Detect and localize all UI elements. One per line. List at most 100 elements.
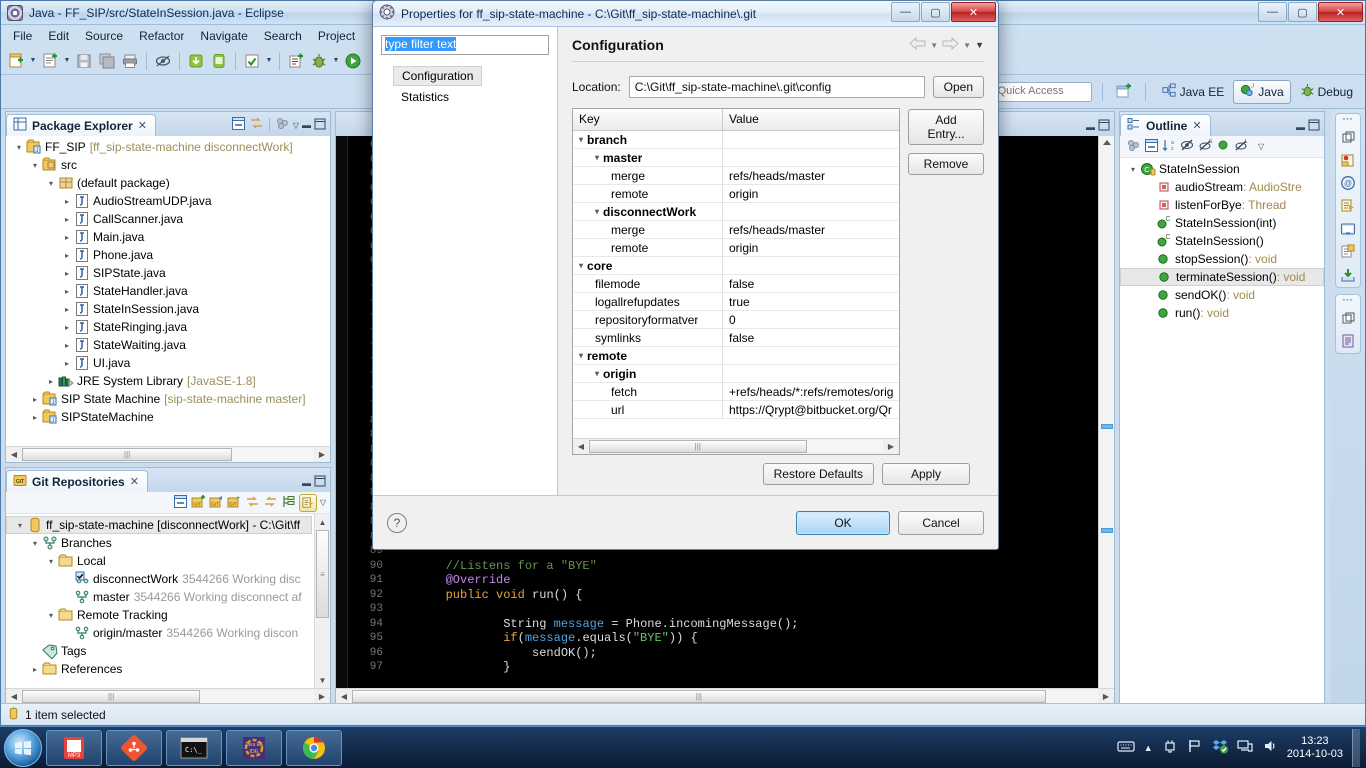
android-avd-manager-icon[interactable] bbox=[208, 50, 230, 72]
scroll-right-icon[interactable]: ▶ bbox=[314, 689, 330, 703]
dialog-nav-item-statistics[interactable]: Statistics bbox=[393, 88, 457, 106]
hierarchy-icon[interactable] bbox=[281, 494, 296, 512]
menu-item-edit[interactable]: Edit bbox=[40, 27, 77, 45]
git-repositories-tree[interactable]: ▾ ff_sip-state-machine [disconnectWork] -… bbox=[6, 514, 330, 678]
minimize-editor-icon[interactable]: ▬ bbox=[1086, 122, 1095, 132]
create-repository-icon[interactable]: GIT bbox=[227, 494, 242, 512]
scroll-left-icon[interactable]: ◀ bbox=[573, 439, 589, 454]
taskbar-item-eclipse-java-ee-ide[interactable]: Java EE IDE bbox=[226, 729, 282, 766]
git-repository-item[interactable]: ▾ ff_sip-state-machine [disconnectWork] -… bbox=[6, 516, 312, 534]
configuration-hscrollbar[interactable]: ◀ ||| ▶ bbox=[573, 438, 899, 454]
debug-dropdown-icon[interactable]: ▼ bbox=[331, 57, 341, 64]
safely-remove-hardware-icon[interactable] bbox=[1162, 738, 1178, 757]
maximize-view-icon[interactable] bbox=[314, 475, 326, 490]
menu-item-source[interactable]: Source bbox=[77, 27, 131, 45]
show-desktop-button[interactable] bbox=[1352, 728, 1360, 767]
collapse-arrow-icon[interactable]: ▸ bbox=[60, 305, 74, 314]
taskbar-clock[interactable]: 13:23 2014-10-03 bbox=[1287, 735, 1343, 761]
maximize-view-icon[interactable] bbox=[1308, 119, 1320, 134]
package-explorer-tree[interactable]: ▾ J FF_SIP [ff_sip-state-machine disconnect… bbox=[6, 136, 330, 444]
restore-icon[interactable] bbox=[1339, 309, 1357, 327]
expand-arrow-icon[interactable]: ▾ bbox=[13, 521, 27, 530]
show-public-icon[interactable] bbox=[1216, 138, 1231, 156]
expand-arrow-icon[interactable]: ▾ bbox=[595, 207, 599, 216]
close-icon[interactable]: ✕ bbox=[138, 119, 147, 132]
validate-icon[interactable] bbox=[241, 50, 263, 72]
dialog-nav-item-configuration[interactable]: Configuration bbox=[393, 66, 483, 86]
hscroll-thumb[interactable]: ||| bbox=[589, 440, 807, 453]
link-editor-icon[interactable] bbox=[298, 493, 317, 512]
scroll-up-icon[interactable]: ▲ bbox=[315, 514, 330, 530]
minimize-view-icon[interactable]: ▬ bbox=[302, 478, 311, 488]
outline-item[interactable]: terminateSession() : void bbox=[1120, 268, 1324, 286]
restore-icon[interactable] bbox=[1339, 128, 1357, 146]
outline-item[interactable]: sendOK() : void bbox=[1120, 286, 1324, 304]
package-explorer-item[interactable]: ▸ CallScanner.java bbox=[6, 210, 330, 228]
maximize-button[interactable]: ▢ bbox=[1288, 2, 1317, 22]
close-icon[interactable]: ✕ bbox=[1192, 119, 1201, 132]
outline-item[interactable]: audioStream : AudioStre bbox=[1120, 178, 1324, 196]
expand-arrow-icon[interactable]: ▾ bbox=[44, 611, 58, 620]
tab-package-explorer[interactable]: Package Explorer ✕ bbox=[6, 114, 156, 136]
volume-icon[interactable] bbox=[1262, 738, 1278, 757]
keyboard-icon[interactable] bbox=[1117, 739, 1135, 756]
hscroll-track[interactable]: ||| bbox=[22, 690, 314, 703]
sort-icon[interactable]: az bbox=[1162, 138, 1177, 156]
perspective-button-java[interactable]: J Java bbox=[1233, 79, 1291, 104]
save-all-icon[interactable] bbox=[96, 50, 118, 72]
hscroll-thumb[interactable]: ||| bbox=[352, 690, 1046, 703]
filter-input[interactable]: type filter text bbox=[381, 35, 549, 55]
javadoc-view-icon[interactable]: @ bbox=[1339, 174, 1357, 192]
scroll-left-icon[interactable]: ◀ bbox=[6, 447, 22, 462]
tab-outline[interactable]: Outline ✕ bbox=[1120, 114, 1211, 136]
configuration-table-rows[interactable]: ▾ branch ▾ master merge refs/heads/master remo… bbox=[573, 131, 899, 438]
scroll-left-icon[interactable]: ◀ bbox=[336, 689, 352, 703]
taskbar-item-command-prompt[interactable]: C:\_ bbox=[166, 729, 222, 766]
package-explorer-item[interactable]: ▸ StateWaiting.java bbox=[6, 336, 330, 354]
package-explorer-item[interactable]: ▸ Phone.java bbox=[6, 246, 330, 264]
package-explorer-item[interactable]: ▸ JRE System Library [JavaSE-1.8] bbox=[6, 372, 330, 390]
hscroll-track[interactable]: ||| bbox=[589, 440, 883, 453]
forward-dropdown-icon[interactable]: ▼ bbox=[963, 41, 971, 50]
view-menu-dropdown-icon[interactable]: ▽ bbox=[320, 498, 326, 507]
hscroll-track[interactable]: ||| bbox=[352, 690, 1098, 703]
editor-hscrollbar[interactable]: ◀ ||| ▶ bbox=[336, 688, 1114, 703]
config-table-row[interactable]: ▾ core bbox=[573, 257, 899, 275]
menu-item-navigate[interactable]: Navigate bbox=[192, 27, 255, 45]
ok-button[interactable]: OK bbox=[796, 510, 890, 535]
collapse-arrow-icon[interactable]: ▸ bbox=[28, 395, 42, 404]
minimize-view-icon[interactable]: ▬ bbox=[302, 120, 311, 130]
expand-arrow-icon[interactable]: ▾ bbox=[579, 351, 583, 360]
config-table-row[interactable]: repositoryformatver 0 bbox=[573, 311, 899, 329]
column-header-value[interactable]: Value bbox=[723, 109, 899, 130]
minimize-button[interactable]: — bbox=[1258, 2, 1287, 22]
scroll-left-icon[interactable]: ◀ bbox=[6, 689, 22, 703]
minimize-view-icon[interactable]: ▬ bbox=[1296, 122, 1305, 132]
outline-item[interactable]: stopSession() : void bbox=[1120, 250, 1324, 268]
new-java-class-icon[interactable] bbox=[39, 50, 61, 72]
expand-arrow-icon[interactable]: ▾ bbox=[28, 161, 42, 170]
tab-git-repositories[interactable]: GIT Git Repositories ✕ bbox=[6, 470, 148, 492]
expand-arrow-icon[interactable]: ▾ bbox=[579, 135, 583, 144]
taskbar-item-sourcetree[interactable] bbox=[106, 729, 162, 766]
dialog-close-button[interactable]: ✕ bbox=[951, 2, 996, 22]
drag-handle-icon[interactable]: ▪▪▪ bbox=[1343, 297, 1353, 304]
hscroll-track[interactable]: ||| bbox=[22, 448, 314, 461]
declaration-view-icon[interactable] bbox=[1339, 197, 1357, 215]
show-hidden-icons-icon[interactable]: ▲ bbox=[1144, 743, 1153, 753]
config-table-row[interactable]: remote origin bbox=[573, 185, 899, 203]
taskbar-item-mp3-app[interactable]: MP3 bbox=[46, 729, 102, 766]
config-table-row[interactable]: symlinks false bbox=[573, 329, 899, 347]
collapse-arrow-icon[interactable]: ▸ bbox=[60, 251, 74, 260]
vscroll-thumb[interactable]: ≡ bbox=[316, 530, 329, 618]
config-table-row[interactable]: url https://Qrypt@bitbucket.org/Qr bbox=[573, 401, 899, 419]
scroll-right-icon[interactable]: ▶ bbox=[883, 439, 899, 454]
quick-access-input[interactable]: Quick Access bbox=[991, 81, 1092, 102]
outline-item[interactable]: C StateInSession(int) bbox=[1120, 214, 1324, 232]
config-table-row[interactable]: logallrefupdates true bbox=[573, 293, 899, 311]
tasks-view-icon[interactable] bbox=[1339, 243, 1357, 261]
hscroll-thumb[interactable]: ||| bbox=[22, 690, 201, 703]
menu-item-refactor[interactable]: Refactor bbox=[131, 27, 192, 45]
perspective-button-debug[interactable]: Debug bbox=[1294, 81, 1359, 103]
git-repository-item[interactable]: Tags bbox=[6, 642, 312, 660]
